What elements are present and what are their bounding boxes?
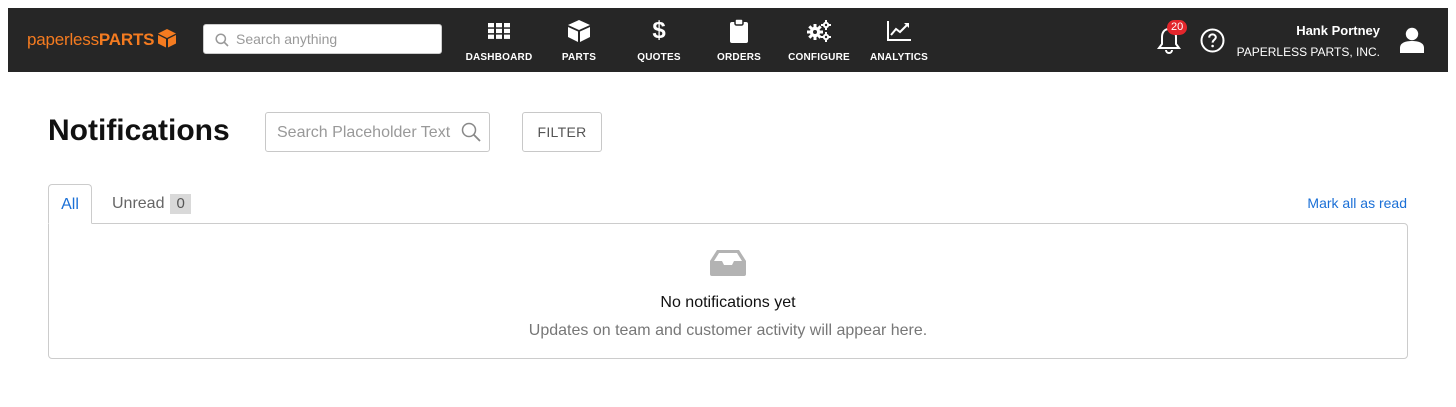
gears-icon	[807, 20, 831, 42]
chart-icon	[887, 21, 911, 41]
nav-dashboard[interactable]: DASHBOARD	[459, 18, 539, 64]
nav-label: CONFIGURE	[788, 52, 850, 63]
clipboard-icon	[730, 19, 748, 43]
nav-configure[interactable]: CONFIGURE	[779, 18, 859, 64]
logo-text-light: paperless	[27, 30, 99, 49]
logo[interactable]: paperlessPARTS	[27, 28, 177, 50]
search-icon	[215, 33, 229, 47]
top-navigation-bar: paperlessPARTS DASHBOARD PARTS $ QUOTES …	[8, 8, 1448, 72]
nav-label: QUOTES	[637, 52, 681, 63]
dollar-icon: $	[652, 17, 666, 44]
user-name[interactable]: Hank Portney	[1296, 23, 1380, 38]
user-avatar-icon[interactable]	[1400, 27, 1424, 53]
notification-search[interactable]	[265, 112, 490, 152]
notification-search-input[interactable]	[277, 123, 457, 143]
mark-all-read-link[interactable]: Mark all as read	[1307, 195, 1407, 211]
help-icon[interactable]	[1200, 28, 1225, 53]
nav-label: ORDERS	[717, 52, 761, 63]
empty-state-title: No notifications yet	[660, 294, 796, 311]
nav-analytics[interactable]: ANALYTICS	[859, 18, 939, 64]
nav-label: ANALYTICS	[869, 52, 929, 63]
cube-icon	[568, 20, 590, 42]
filter-button[interactable]: FILTER	[522, 112, 602, 152]
tab-all[interactable]: All	[48, 184, 92, 224]
empty-state-subtitle: Updates on team and customer activity wi…	[528, 322, 928, 339]
tab-unread-label: Unread	[112, 195, 165, 212]
unread-count-badge: 0	[170, 194, 191, 214]
grid-icon	[488, 23, 510, 39]
nav-parts[interactable]: PARTS	[539, 18, 619, 64]
tab-unread[interactable]: Unread 0	[112, 194, 191, 214]
logo-box-icon	[158, 29, 177, 48]
global-search-input[interactable]	[236, 30, 426, 48]
nav-quotes[interactable]: $ QUOTES	[619, 18, 699, 64]
notification-count-badge: 20	[1167, 20, 1188, 35]
nav-orders[interactable]: ORDERS	[699, 18, 779, 64]
logo-text-bold: PARTS	[98, 30, 155, 49]
search-icon[interactable]	[461, 122, 481, 142]
global-search[interactable]	[203, 24, 442, 54]
nav-label: PARTS	[561, 52, 597, 63]
page-title: Notifications	[48, 114, 230, 147]
nav-label: DASHBOARD	[465, 52, 533, 63]
user-organization: PAPERLESS PARTS, INC.	[1236, 45, 1380, 59]
inbox-icon	[710, 250, 746, 276]
